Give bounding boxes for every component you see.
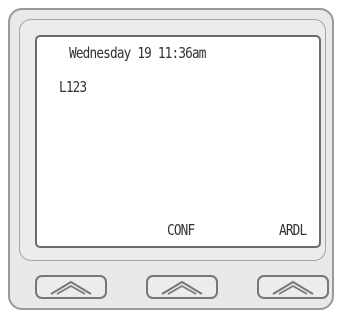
softkey-button-1[interactable] <box>35 275 107 299</box>
chevron-up-icon <box>161 281 203 295</box>
line-indicator: L123 <box>59 78 87 96</box>
date-time-status: Wednesday 19 11:36am <box>69 44 206 62</box>
chevron-up-icon <box>50 281 92 295</box>
softkey-label-conf: CONF <box>167 221 195 239</box>
softkey-button-conf[interactable] <box>146 275 218 299</box>
softkey-button-ardl[interactable] <box>257 275 329 299</box>
lcd-screen: Wednesday 19 11:36am L123 CONF ARDL <box>35 35 321 248</box>
chevron-up-icon <box>272 281 314 295</box>
softkey-label-ardl: ARDL <box>279 221 307 239</box>
